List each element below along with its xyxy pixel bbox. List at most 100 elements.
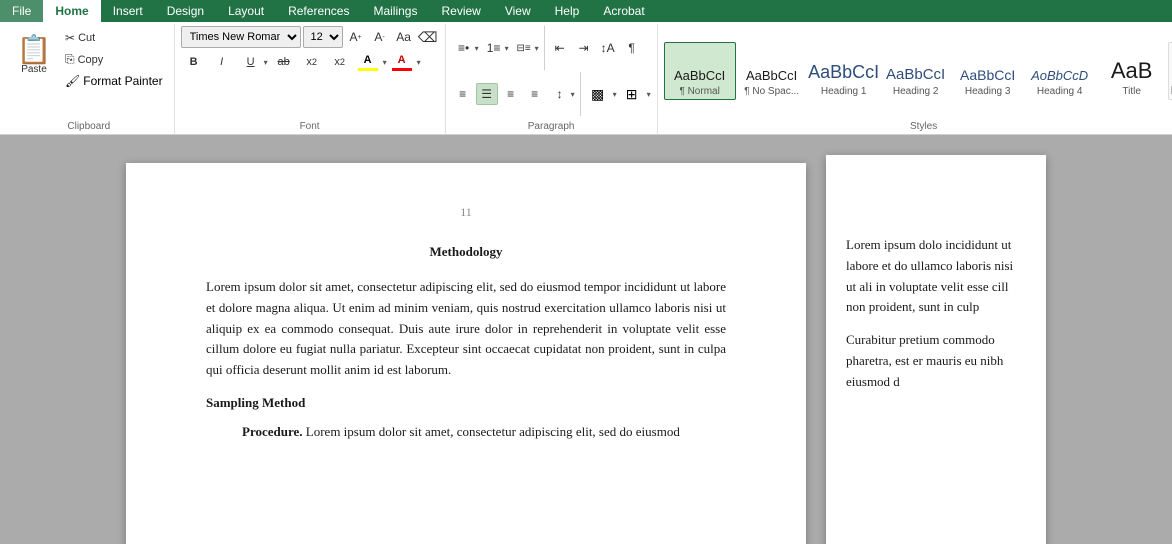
tab-home[interactable]: Home bbox=[43, 0, 100, 22]
scissors-icon: ✂ bbox=[65, 31, 75, 45]
font-color-label: A bbox=[398, 53, 406, 67]
tab-layout[interactable]: Layout bbox=[216, 0, 276, 22]
change-case-button[interactable]: Aa bbox=[393, 26, 415, 48]
multilevel-dropdown[interactable]: ⊟≡ ▾ bbox=[512, 36, 540, 60]
shading-button[interactable]: ▩ bbox=[585, 84, 611, 105]
highlight-label: A bbox=[364, 53, 372, 67]
font-row2: B I U ▾ ab x2 x2 A ▾ A bbox=[181, 50, 421, 74]
underline-dropdown[interactable]: U ▾ bbox=[237, 50, 269, 74]
clipboard-group-label: Clipboard bbox=[4, 121, 174, 132]
procedure-paragraph: Procedure. Lorem ipsum dolor sit amet, c… bbox=[242, 422, 726, 443]
styles-scroll-button[interactable]: ▲ ▼ ⊞ bbox=[1168, 42, 1172, 100]
style-title[interactable]: AaB Title bbox=[1096, 42, 1168, 100]
doc-column: 11 Methodology Lorem ipsum dolor sit ame… bbox=[126, 155, 806, 524]
style-heading2-preview: AaBbCcI bbox=[886, 66, 945, 84]
italic-button[interactable]: I bbox=[209, 51, 235, 73]
style-heading4[interactable]: AoBbCcD Heading 4 bbox=[1024, 42, 1096, 100]
justify-button[interactable]: ≡ bbox=[524, 83, 546, 105]
style-normal[interactable]: AaBbCcI ¶ Normal bbox=[664, 42, 736, 100]
numbering-dropdown[interactable]: 1≡ ▾ bbox=[482, 36, 510, 60]
font-size-selector[interactable]: 12 891011 14161820 2428364872 bbox=[303, 26, 343, 48]
align-center-button[interactable]: ☰ bbox=[476, 83, 498, 105]
copy-label: Copy bbox=[78, 54, 104, 66]
tab-references[interactable]: References bbox=[276, 0, 361, 22]
superscript-button[interactable]: x2 bbox=[327, 51, 353, 73]
bullets-button[interactable]: ≡• bbox=[453, 37, 475, 59]
tab-mailings[interactable]: Mailings bbox=[361, 0, 429, 22]
sidebar-spacer bbox=[846, 195, 1026, 235]
paste-button[interactable]: 📋 Paste bbox=[10, 26, 58, 84]
style-heading1-preview: AaBbCcI bbox=[808, 62, 879, 84]
para-row2: ≡ ☰ ≡ ≡ ↕ ▾ ▩ ▾ ⊞ ▾ bbox=[452, 72, 651, 116]
style-title-label: Title bbox=[1122, 86, 1141, 97]
shading-arrow[interactable]: ▾ bbox=[613, 90, 617, 99]
document-main: 11 Methodology Lorem ipsum dolor sit ame… bbox=[0, 135, 1172, 544]
tab-insert[interactable]: Insert bbox=[101, 0, 155, 22]
align-right-button[interactable]: ≡ bbox=[500, 83, 522, 105]
tab-review[interactable]: Review bbox=[429, 0, 492, 22]
font-color-bar bbox=[392, 68, 412, 71]
increase-font-size-button[interactable]: A+ bbox=[345, 26, 367, 48]
cut-label: Cut bbox=[78, 32, 95, 44]
strikethrough-button[interactable]: ab bbox=[271, 51, 297, 73]
paragraph-group: ≡• ▾ 1≡ ▾ ⊟≡ ▾ ⇤ ⇥ ↕A ¶ ≡ ☰ bbox=[446, 24, 658, 134]
tab-acrobat[interactable]: Acrobat bbox=[591, 0, 656, 22]
bullets-arrow[interactable]: ▾ bbox=[475, 44, 479, 53]
cut-button[interactable]: ✂ Cut bbox=[60, 28, 168, 48]
styles-group-label: Styles bbox=[658, 121, 1172, 132]
procedure-body: Lorem ipsum dolor sit amet, consectetur … bbox=[306, 424, 680, 439]
style-heading3[interactable]: AaBbCcI Heading 3 bbox=[952, 42, 1024, 100]
bold-button[interactable]: B bbox=[181, 51, 207, 73]
decrease-indent-button[interactable]: ⇤ bbox=[549, 37, 571, 59]
style-no-spacing[interactable]: AaBbCcI ¶ No Spac... bbox=[736, 42, 808, 100]
clipboard-group: 📋 Paste ✂ Cut ⎘ Copy 🖌 Format Painter Cl… bbox=[4, 24, 175, 134]
font-family-selector[interactable]: Times New Roman bbox=[181, 26, 301, 48]
underline-arrow[interactable]: ▾ bbox=[264, 58, 268, 67]
style-heading3-preview: AaBbCcI bbox=[960, 67, 1015, 84]
font-color-arrow[interactable]: ▾ bbox=[417, 58, 421, 67]
style-heading2[interactable]: AaBbCcI Heading 2 bbox=[880, 42, 952, 100]
show-hide-button[interactable]: ¶ bbox=[621, 37, 643, 59]
font-color-button[interactable]: A bbox=[389, 51, 415, 72]
font-group-label: Font bbox=[175, 121, 445, 132]
italic-label: I bbox=[220, 56, 223, 68]
main-page[interactable]: 11 Methodology Lorem ipsum dolor sit ame… bbox=[126, 163, 806, 544]
align-left-button[interactable]: ≡ bbox=[452, 83, 474, 105]
style-heading2-label: Heading 2 bbox=[893, 86, 939, 97]
font-group: Times New Roman 12 891011 14161820 24283… bbox=[175, 24, 446, 134]
increase-indent-button[interactable]: ⇥ bbox=[573, 37, 595, 59]
borders-arrow[interactable]: ▾ bbox=[647, 90, 651, 99]
text-highlight-button[interactable]: A bbox=[355, 51, 381, 72]
line-spacing-dropdown[interactable]: ↕ ▾ bbox=[548, 82, 576, 106]
style-heading4-label: Heading 4 bbox=[1037, 86, 1083, 97]
multilevel-button[interactable]: ⊟≡ bbox=[513, 37, 535, 59]
clear-formatting-button[interactable]: ⌫ bbox=[417, 26, 439, 48]
style-heading1[interactable]: AaBbCcI Heading 1 bbox=[808, 42, 880, 100]
format-painter-button[interactable]: 🖌 Format Painter bbox=[60, 71, 168, 91]
body-paragraph: Lorem ipsum dolor sit amet, consectetur … bbox=[206, 277, 726, 381]
underline-button[interactable]: U bbox=[238, 51, 264, 73]
paste-icon: 📋 bbox=[17, 36, 52, 64]
tab-help[interactable]: Help bbox=[543, 0, 592, 22]
font-content: Times New Roman 12 891011 14161820 24283… bbox=[181, 26, 439, 132]
tab-design[interactable]: Design bbox=[155, 0, 216, 22]
style-no-spacing-preview: AaBbCcI bbox=[746, 68, 797, 84]
line-spacing-arrow[interactable]: ▾ bbox=[571, 90, 575, 99]
copy-button[interactable]: ⎘ Copy bbox=[60, 49, 168, 70]
borders-button[interactable]: ⊞ bbox=[619, 84, 645, 105]
line-spacing-button[interactable]: ↕ bbox=[549, 83, 571, 105]
subscript-button[interactable]: x2 bbox=[299, 51, 325, 73]
multilevel-arrow[interactable]: ▾ bbox=[535, 44, 539, 53]
numbering-button[interactable]: 1≡ bbox=[483, 37, 505, 59]
tab-file[interactable]: File bbox=[0, 0, 43, 22]
style-normal-preview: AaBbCcI bbox=[674, 68, 725, 84]
clipboard-right: ✂ Cut ⎘ Copy 🖌 Format Painter bbox=[60, 26, 168, 91]
style-no-spacing-label: ¶ No Spac... bbox=[744, 86, 799, 97]
highlight-arrow[interactable]: ▾ bbox=[383, 58, 387, 67]
tab-view[interactable]: View bbox=[493, 0, 543, 22]
numbering-arrow[interactable]: ▾ bbox=[505, 44, 509, 53]
paste-label: Paste bbox=[21, 64, 47, 75]
bullets-dropdown[interactable]: ≡• ▾ bbox=[452, 36, 480, 60]
sort-button[interactable]: ↕A bbox=[597, 37, 619, 59]
decrease-font-size-button[interactable]: A- bbox=[369, 26, 391, 48]
